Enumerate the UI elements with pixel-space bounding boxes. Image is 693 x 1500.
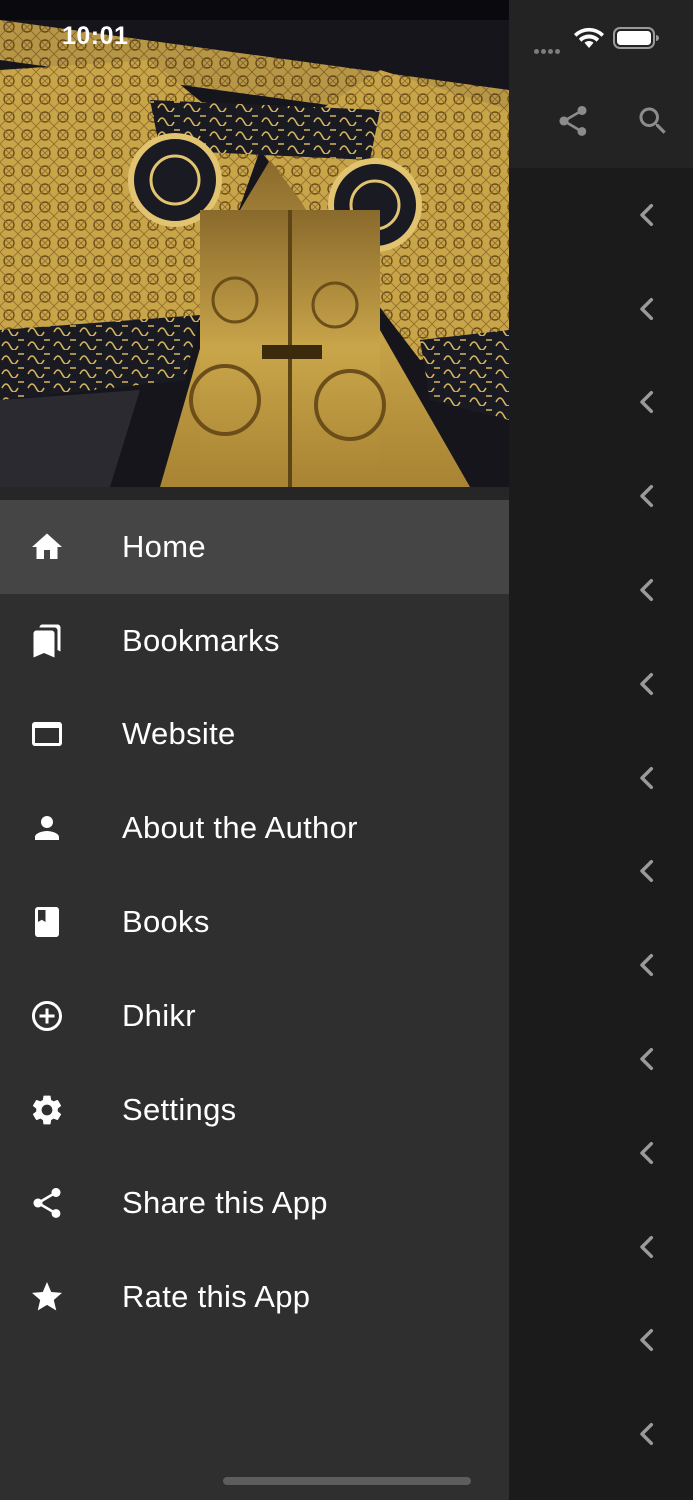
menu-item-about-author[interactable]: About the Author [0,781,509,875]
menu-item-settings[interactable]: Settings [0,1063,509,1157]
menu-item-label: Home [122,528,206,564]
list-item[interactable] [509,1294,693,1388]
app-bar-actions [509,92,693,150]
menu-item-label: Share this App [122,1185,328,1221]
list-item[interactable] [509,731,693,825]
drawer-header-divider [0,487,509,500]
chevron-left-icon [635,1233,657,1261]
list-item[interactable] [509,543,693,637]
menu-item-website[interactable]: Website [0,688,509,782]
list-item[interactable] [509,1200,693,1294]
person-icon [28,809,66,847]
star-icon [28,1278,66,1316]
list-item[interactable] [509,825,693,919]
share-button[interactable] [545,92,601,150]
background-list [509,168,693,1500]
screen: Home Bookmarks Website About the Author [0,0,693,1500]
menu-item-dhikr[interactable]: Dhikr [0,969,509,1063]
chevron-left-icon [635,295,657,323]
menu-item-label: About the Author [122,810,358,846]
menu-item-share-app[interactable]: Share this App [0,1157,509,1251]
menu-item-rate-app[interactable]: Rate this App [0,1250,509,1344]
menu-item-label: Website [122,716,236,752]
home-indicator[interactable] [223,1477,471,1485]
bookmarks-icon [28,622,66,660]
share-icon [28,1184,66,1222]
menu-item-bookmarks[interactable]: Bookmarks [0,594,509,688]
chevron-left-icon [635,1139,657,1167]
home-icon [28,528,66,566]
chevron-left-icon [635,951,657,979]
list-item[interactable] [509,168,693,262]
chevron-left-icon [635,670,657,698]
gear-icon [28,1091,66,1129]
menu-item-label: Rate this App [122,1279,311,1315]
search-button[interactable] [625,92,681,150]
chevron-left-icon [635,482,657,510]
list-item[interactable] [509,918,693,1012]
menu-item-label: Settings [122,1091,237,1127]
menu-item-label: Bookmarks [122,622,280,658]
menu-item-label: Books [122,904,210,940]
web-window-icon [28,715,66,753]
list-item[interactable] [509,637,693,731]
list-item[interactable] [509,1387,693,1481]
menu-item-books[interactable]: Books [0,875,509,969]
list-item[interactable] [509,356,693,450]
drawer-header-image [0,0,509,487]
chevron-left-icon [635,201,657,229]
list-item[interactable] [509,1106,693,1200]
add-circle-icon [28,997,66,1035]
chevron-left-icon [635,857,657,885]
drawer-menu: Home Bookmarks Website About the Author [0,500,509,1344]
chevron-left-icon [635,1326,657,1354]
menu-item-label: Dhikr [122,997,196,1033]
menu-item-home[interactable]: Home [0,500,509,594]
kaaba-door-photo [0,0,509,487]
book-icon [28,903,66,941]
list-item[interactable] [509,1012,693,1106]
navigation-drawer: Home Bookmarks Website About the Author [0,0,509,1500]
share-icon [559,106,587,136]
search-icon [639,107,666,134]
list-item[interactable] [509,449,693,543]
list-item[interactable] [509,262,693,356]
chevron-left-icon [635,764,657,792]
chevron-left-icon [635,388,657,416]
chevron-left-icon [635,576,657,604]
chevron-left-icon [635,1420,657,1448]
chevron-left-icon [635,1045,657,1073]
